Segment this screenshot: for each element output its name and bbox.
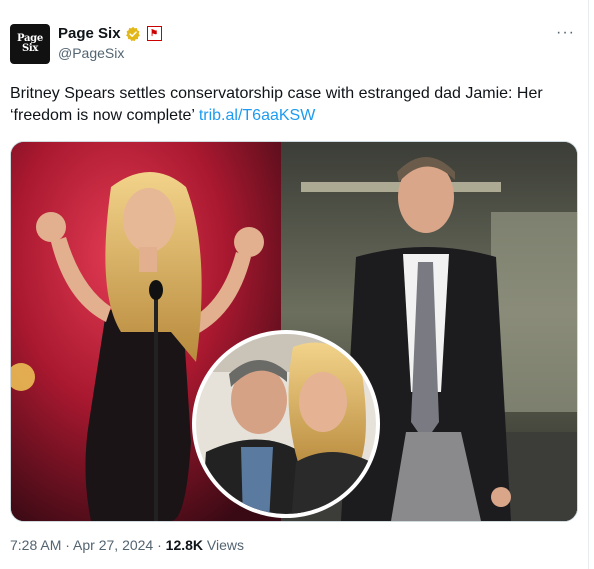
account-name[interactable]: Page Six: [58, 25, 121, 42]
logo-text-line2: Six: [21, 43, 39, 54]
separator: ·: [153, 537, 166, 553]
tweet-time[interactable]: 7:28 AM: [10, 537, 61, 553]
tweet-date[interactable]: Apr 27, 2024: [73, 537, 153, 553]
verified-badge-icon: [125, 26, 140, 41]
tweet-card: Page Six Page Six ⚑ @PageSix ··· Britney…: [0, 0, 589, 569]
views-count: 12.8K: [165, 537, 204, 553]
separator: ·: [61, 537, 74, 553]
tweet-text: Britney Spears settles conservatorship c…: [10, 83, 580, 127]
views-label: Views: [203, 537, 245, 553]
more-options-icon[interactable]: ···: [556, 24, 575, 42]
affiliate-badge-icon[interactable]: ⚑: [146, 26, 162, 41]
tweet-media-image[interactable]: [10, 141, 578, 522]
photo-collage: [11, 142, 577, 521]
tweet-timestamp: 7:28 AM · Apr 27, 2024 · 12.8K Views: [10, 537, 244, 553]
account-handle[interactable]: @PageSix: [58, 45, 124, 61]
page-six-logo[interactable]: Page Six: [10, 24, 50, 64]
account-name-row: Page Six ⚑: [58, 25, 162, 42]
tweet-link[interactable]: trib.al/T6aaKSW: [199, 107, 315, 124]
